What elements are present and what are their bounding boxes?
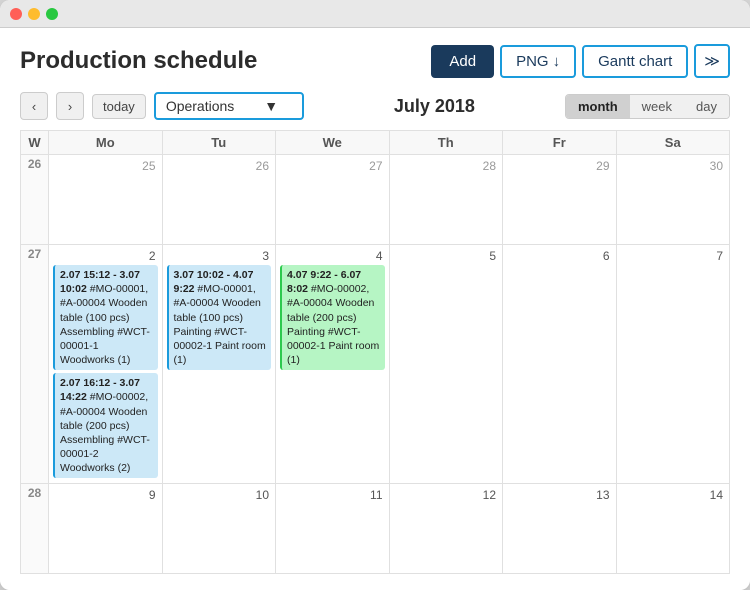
- day-cell-25: 25: [49, 155, 163, 245]
- header-actions: Add PNG ↓ Gantt chart ≫: [431, 44, 730, 78]
- view-month-button[interactable]: month: [566, 95, 630, 118]
- gantt-button[interactable]: Gantt chart: [582, 45, 688, 78]
- day-cell-jul10: 10: [162, 484, 276, 574]
- chevron-double-icon: ≫: [704, 53, 720, 70]
- day-cell-28: 28: [389, 155, 503, 245]
- day-cell-jul11: 11: [276, 484, 390, 574]
- day-cell-29: 29: [503, 155, 617, 245]
- day-cell-jul13: 13: [503, 484, 617, 574]
- chevron-down-icon: ▼: [264, 98, 278, 114]
- event-card[interactable]: 3.07 10:02 - 4.07 9:22 #MO-00001, #A-000…: [167, 265, 272, 370]
- col-header-sa: Sa: [616, 131, 730, 155]
- day-cell-27: 27: [276, 155, 390, 245]
- day-cell-jul3: 3 3.07 10:02 - 4.07 9:22 #MO-00001, #A-0…: [162, 245, 276, 484]
- calendar-table: W Mo Tu We Th Fr Sa 26 25 26 27 28 29: [20, 130, 730, 574]
- col-header-we: We: [276, 131, 390, 155]
- event-card[interactable]: 4.07 9:22 - 6.07 8:02 #MO-00002, #A-0000…: [280, 265, 385, 370]
- png-button[interactable]: PNG ↓: [500, 45, 576, 78]
- app-window: Production schedule Add PNG ↓ Gantt char…: [0, 0, 750, 590]
- png-label: PNG: [516, 53, 549, 70]
- event-card[interactable]: 2.07 16:12 - 3.07 14:22 #MO-00002, #A-00…: [53, 373, 158, 478]
- col-header-mo: Mo: [49, 131, 163, 155]
- day-cell-jul2: 2 2.07 15:12 - 3.07 10:02 #MO-00001, #A-…: [49, 245, 163, 484]
- calendar-row-week28: 28 9 10 11 12 13 14: [21, 484, 730, 574]
- more-button[interactable]: ≫: [694, 44, 730, 78]
- calendar-row-week26: 26 25 26 27 28 29 30: [21, 155, 730, 245]
- titlebar: [0, 0, 750, 28]
- calendar-row-week27: 27 2 2.07 15:12 - 3.07 10:02 #MO-00001, …: [21, 245, 730, 484]
- current-month-label: July 2018: [312, 96, 557, 117]
- controls-row: ‹ › today Operations ▼ July 2018 month w…: [20, 92, 730, 120]
- header-row: Production schedule Add PNG ↓ Gantt char…: [20, 44, 730, 78]
- close-button[interactable]: [10, 8, 22, 20]
- week-num-27: 27: [21, 245, 49, 484]
- week-num-26: 26: [21, 155, 49, 245]
- day-cell-30: 30: [616, 155, 730, 245]
- day-cell-jul14: 14: [616, 484, 730, 574]
- col-header-fr: Fr: [503, 131, 617, 155]
- week-num-28: 28: [21, 484, 49, 574]
- day-cell-jul9: 9: [49, 484, 163, 574]
- operations-label: Operations: [166, 98, 234, 114]
- next-button[interactable]: ›: [56, 92, 84, 120]
- add-button[interactable]: Add: [431, 45, 494, 78]
- day-cell-26: 26: [162, 155, 276, 245]
- day-cell-jul6: 6: [503, 245, 617, 484]
- operations-dropdown[interactable]: Operations ▼: [154, 92, 304, 120]
- minimize-button[interactable]: [28, 8, 40, 20]
- maximize-button[interactable]: [46, 8, 58, 20]
- view-week-button[interactable]: week: [630, 95, 684, 118]
- app-content: Production schedule Add PNG ↓ Gantt char…: [0, 28, 750, 590]
- col-header-tu: Tu: [162, 131, 276, 155]
- day-cell-jul5: 5: [389, 245, 503, 484]
- calendar-header-row: W Mo Tu We Th Fr Sa: [21, 131, 730, 155]
- col-header-w: W: [21, 131, 49, 155]
- day-cell-jul12: 12: [389, 484, 503, 574]
- view-toggle: month week day: [565, 94, 730, 119]
- event-card[interactable]: 2.07 15:12 - 3.07 10:02 #MO-00001, #A-00…: [53, 265, 158, 370]
- traffic-lights: [10, 8, 58, 20]
- today-button[interactable]: today: [92, 94, 146, 119]
- day-cell-jul4: 4 4.07 9:22 - 6.07 8:02 #MO-00002, #A-00…: [276, 245, 390, 484]
- page-title: Production schedule: [20, 47, 257, 75]
- day-cell-jul7: 7: [616, 245, 730, 484]
- prev-button[interactable]: ‹: [20, 92, 48, 120]
- download-icon: ↓: [553, 53, 561, 70]
- view-day-button[interactable]: day: [684, 95, 729, 118]
- col-header-th: Th: [389, 131, 503, 155]
